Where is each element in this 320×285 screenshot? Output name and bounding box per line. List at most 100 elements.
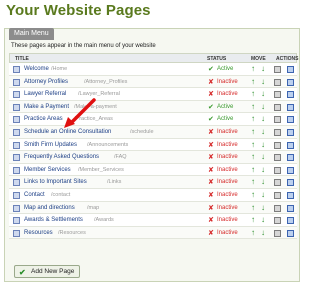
- status-toggle[interactable]: Inactive: [217, 91, 238, 97]
- page-name-link[interactable]: Member Services: [24, 167, 71, 173]
- page-name-link[interactable]: Lawyer Referral: [24, 91, 66, 97]
- status-toggle[interactable]: Inactive: [217, 217, 238, 223]
- status-toggle[interactable]: Inactive: [217, 129, 238, 135]
- edit-icon[interactable]: [274, 154, 281, 162]
- tab-main-menu[interactable]: Main Menu: [9, 28, 54, 40]
- move-up-icon[interactable]: ↑: [251, 228, 255, 237]
- edit-icon[interactable]: [274, 217, 281, 225]
- move-down-icon[interactable]: ↓: [261, 65, 265, 73]
- move-down-icon[interactable]: ↓: [261, 90, 265, 98]
- inactive-status-icon: ✘: [208, 179, 214, 187]
- page-name-link[interactable]: Smith Firm Updates: [24, 142, 77, 148]
- page-icon: [13, 204, 20, 212]
- page-title: Your Website Pages: [6, 2, 151, 19]
- table-row: Lawyer Referral/Lawyer_Referral ✘ Inactive…: [9, 88, 297, 101]
- move-up-icon[interactable]: ↑: [251, 77, 255, 86]
- delete-icon[interactable]: [287, 204, 294, 212]
- table-row: Awards & Settlements/Awards ✘ Inactive ↑ ↓: [9, 214, 297, 227]
- delete-icon[interactable]: [287, 217, 294, 225]
- table-row: Resources/Resources ✘ Inactive ↑ ↓: [9, 226, 297, 240]
- move-down-icon[interactable]: ↓: [261, 165, 265, 174]
- page-name-link[interactable]: Map and directions: [24, 205, 75, 211]
- status-toggle[interactable]: Inactive: [217, 205, 238, 211]
- status-toggle[interactable]: Inactive: [217, 230, 238, 236]
- page-name-link[interactable]: Awards & Settlements: [24, 217, 83, 223]
- page-name-link[interactable]: Links to Important Sites: [24, 179, 87, 185]
- page-name-link[interactable]: Contact: [24, 192, 45, 198]
- edit-icon[interactable]: [274, 179, 281, 187]
- status-toggle[interactable]: Active: [217, 66, 233, 72]
- edit-icon[interactable]: [274, 128, 281, 136]
- inactive-status-icon: ✘: [208, 229, 214, 237]
- move-down-icon[interactable]: ↓: [261, 102, 265, 111]
- move-up-icon[interactable]: ↑: [251, 102, 255, 111]
- page-name-link[interactable]: Attorney Profiles: [24, 79, 68, 85]
- move-down-icon[interactable]: ↓: [261, 127, 265, 136]
- move-up-icon[interactable]: ↑: [251, 140, 255, 149]
- move-up-icon[interactable]: ↑: [251, 127, 255, 136]
- edit-icon[interactable]: [274, 191, 281, 199]
- delete-icon[interactable]: [287, 229, 294, 237]
- status-toggle[interactable]: Active: [217, 104, 233, 110]
- move-up-icon[interactable]: ↑: [251, 153, 255, 161]
- status-toggle[interactable]: Inactive: [217, 142, 238, 148]
- page-icon: [13, 141, 20, 149]
- edit-icon[interactable]: [274, 116, 281, 124]
- delete-icon[interactable]: [287, 154, 294, 162]
- delete-icon[interactable]: [287, 141, 294, 149]
- page-path: /Awards: [94, 217, 114, 224]
- add-new-page-button[interactable]: ✔ Add New Page: [14, 265, 81, 278]
- page-name-link[interactable]: Practice Areas: [24, 116, 63, 122]
- edit-icon[interactable]: [274, 204, 281, 212]
- page-icon: [13, 128, 20, 136]
- move-down-icon[interactable]: ↓: [261, 178, 265, 186]
- move-down-icon[interactable]: ↓: [261, 216, 265, 224]
- edit-icon[interactable]: [274, 103, 281, 111]
- move-down-icon[interactable]: ↓: [261, 228, 265, 237]
- move-down-icon[interactable]: ↓: [261, 115, 265, 123]
- move-up-icon[interactable]: ↑: [251, 165, 255, 174]
- move-down-icon[interactable]: ↓: [261, 140, 265, 149]
- status-toggle[interactable]: Inactive: [217, 154, 238, 160]
- delete-icon[interactable]: [287, 66, 294, 73]
- page-name-link[interactable]: Schedule an Online Consultation: [24, 129, 111, 135]
- delete-icon[interactable]: [287, 179, 294, 187]
- move-up-icon[interactable]: ↑: [251, 203, 255, 212]
- column-title: TITLE: [15, 56, 29, 62]
- delete-icon[interactable]: [287, 91, 294, 99]
- move-up-icon[interactable]: ↑: [251, 190, 255, 199]
- move-up-icon[interactable]: ↑: [251, 115, 255, 123]
- page-path: /Home: [51, 66, 68, 72]
- move-down-icon[interactable]: ↓: [261, 190, 265, 199]
- move-down-icon[interactable]: ↓: [261, 77, 265, 86]
- status-toggle[interactable]: Inactive: [217, 167, 238, 173]
- delete-icon[interactable]: [287, 103, 294, 111]
- page-name-link[interactable]: Welcome: [24, 66, 49, 72]
- table-row: Welcome/Home ✔ Active ↑ ↓: [9, 63, 297, 76]
- status-toggle[interactable]: Inactive: [217, 79, 238, 85]
- move-down-icon[interactable]: ↓: [261, 153, 265, 161]
- table-row: Make a Payment/Make-a-payment ✔ Active ↑ ↓: [9, 100, 297, 114]
- delete-icon[interactable]: [287, 128, 294, 136]
- edit-icon[interactable]: [274, 91, 281, 99]
- delete-icon[interactable]: [287, 78, 294, 86]
- move-up-icon[interactable]: ↑: [251, 90, 255, 98]
- move-up-icon[interactable]: ↑: [251, 216, 255, 224]
- move-up-icon[interactable]: ↑: [251, 65, 255, 73]
- status-toggle[interactable]: Inactive: [217, 192, 238, 198]
- move-down-icon[interactable]: ↓: [261, 203, 265, 212]
- edit-icon[interactable]: [274, 78, 281, 86]
- move-up-icon[interactable]: ↑: [251, 178, 255, 186]
- delete-icon[interactable]: [287, 116, 294, 124]
- status-toggle[interactable]: Inactive: [217, 179, 238, 185]
- delete-icon[interactable]: [287, 191, 294, 199]
- edit-icon[interactable]: [274, 166, 281, 174]
- page-name-link[interactable]: Frequently Asked Questions: [24, 154, 99, 160]
- page-name-link[interactable]: Resources: [24, 230, 53, 236]
- edit-icon[interactable]: [274, 229, 281, 237]
- edit-icon[interactable]: [274, 66, 281, 73]
- edit-icon[interactable]: [274, 141, 281, 149]
- page-path: /schedule: [130, 128, 154, 135]
- delete-icon[interactable]: [287, 166, 294, 174]
- status-toggle[interactable]: Active: [217, 116, 233, 122]
